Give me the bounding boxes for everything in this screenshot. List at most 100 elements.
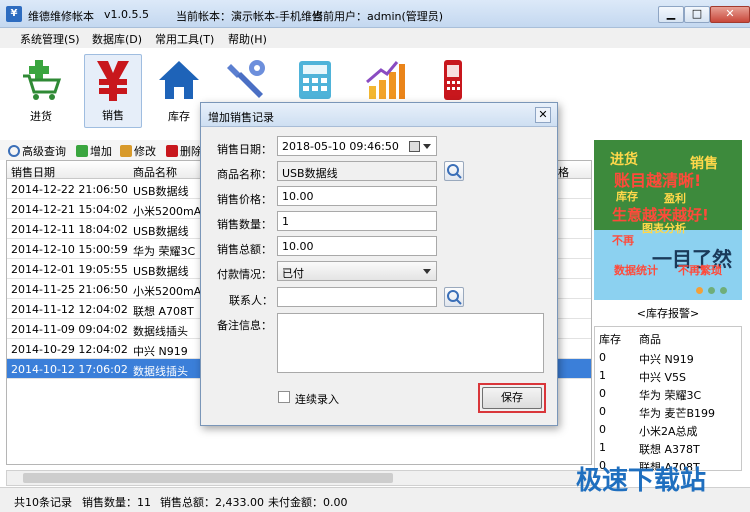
list-item[interactable]: 0 华为 麦芒B199: [595, 403, 741, 421]
product-name-field[interactable]: USB数据线: [277, 161, 437, 181]
sale-total-label: 销售总额：: [217, 243, 272, 256]
note-textarea[interactable]: [277, 313, 544, 373]
contact-input[interactable]: [277, 287, 437, 307]
cell-sale-date: 2014-10-12 17:06:02: [11, 363, 128, 376]
close-icon: ✕: [725, 7, 735, 20]
cell-sale-date: 2014-12-10 15:00:59: [11, 243, 128, 256]
col-product-name[interactable]: 商品名称: [133, 164, 177, 180]
dialog-title: 增加销售记录: [208, 111, 274, 124]
menu-bar: 系统管理(S) 数据库(D) 常用工具(T) 帮助(H): [0, 28, 750, 48]
dialog-close-button[interactable]: ✕: [535, 107, 551, 123]
wrench-icon: [227, 60, 265, 98]
cell-product-name: 数据线插头: [133, 365, 188, 378]
cell-product-name: 华为 荣耀3C: [133, 245, 196, 258]
stock-alert-table: 库存 商品 0 中兴 N919 1 中兴 V5S 0 华为 荣耀3C 0 华为 麦芒B199 0…: [594, 326, 742, 471]
menu-database[interactable]: 数据库(D): [92, 31, 142, 47]
sale-total-input[interactable]: 10.00: [277, 236, 437, 256]
advanced-search-button[interactable]: 高级查询: [8, 143, 66, 159]
contact-search-button[interactable]: [444, 287, 464, 307]
banner-text-profit: 盈利: [663, 191, 686, 205]
sales-label: 销售: [102, 109, 124, 122]
maximize-button[interactable]: □: [684, 6, 710, 23]
cell-sale-date: 2014-10-29 12:04:02: [11, 343, 128, 356]
continuous-entry-label[interactable]: 连续录入: [295, 391, 339, 407]
close-button[interactable]: ✕: [710, 6, 750, 23]
banner-text-clear: 账目越清晰!: [614, 171, 701, 190]
menu-tools[interactable]: 常用工具(T): [155, 31, 214, 47]
col-sale-date[interactable]: 销售日期: [11, 164, 55, 180]
list-item[interactable]: 1 中兴 V5S: [595, 367, 741, 385]
cell-sale-date: 2014-11-25 21:06:50: [11, 283, 128, 296]
product-name-label: 商品名称：: [217, 168, 272, 181]
promo-banner-art: 进货 销售 账目越清晰! 库存 盈利 生意越来越好! 图表分析 不再 一目了然 …: [594, 140, 742, 300]
maximize-icon: □: [691, 7, 703, 20]
menu-help[interactable]: 帮助(H): [228, 31, 267, 47]
stock-alert-title: <库存报警>: [636, 307, 700, 320]
col-header-fragment[interactable]: 格: [558, 164, 569, 180]
banner-dot-1[interactable]: [696, 287, 703, 294]
banner-text-chart: 图表分析: [642, 221, 686, 235]
record-count: 共10条记录: [14, 496, 72, 509]
sale-date-picker[interactable]: 2018-05-10 09:46:50: [277, 136, 437, 156]
app-version: v1.0.5.5: [104, 8, 149, 21]
product-name-value: USB数据线: [282, 167, 338, 180]
sale-qty-input[interactable]: 1: [277, 211, 437, 231]
cell-sale-date: 2014-12-11 18:04:02: [11, 223, 128, 236]
chevron-down-icon[interactable]: [423, 144, 431, 149]
payment-status-select[interactable]: 已付: [277, 261, 437, 281]
sale-price-label: 销售价格：: [217, 193, 272, 206]
save-button[interactable]: 保存: [482, 387, 542, 409]
delete-label: 删除: [180, 145, 202, 158]
mobile-phone-icon: [444, 60, 462, 100]
horizontal-scrollbar[interactable]: [6, 470, 592, 486]
cell-product-name: USB数据线: [133, 185, 189, 198]
product-search-button[interactable]: [444, 161, 464, 181]
list-item[interactable]: 0 华为 荣耀3C: [595, 385, 741, 403]
list-item[interactable]: 0 小米2A总成: [595, 421, 741, 439]
calculator-icon: [299, 61, 331, 99]
scrollbar-thumb[interactable]: [23, 473, 393, 483]
sales-tool-button[interactable]: 销售: [84, 54, 142, 128]
banner-dot-2[interactable]: [708, 287, 715, 294]
title-bar: ¥ 维德维修帐本 v1.0.5.5 当前帐本：演示帐本-手机维修 当前用户：ad…: [0, 0, 750, 28]
stock-qty: 1: [599, 441, 606, 454]
sale-price-value: 10.00: [282, 190, 314, 203]
payment-status-value: 已付: [282, 267, 304, 280]
cell-product-name: 数据线插头: [133, 325, 188, 338]
continuous-entry-checkbox[interactable]: [278, 391, 290, 403]
banner-text-purchase: 进货: [610, 151, 638, 168]
cell-product-name: USB数据线: [133, 265, 189, 278]
advanced-search-label: 高级查询: [22, 145, 66, 158]
promo-banner[interactable]: 进货 销售 账目越清晰! 库存 盈利 生意越来越好! 图表分析 不再 一目了然 …: [594, 140, 742, 300]
banner-text-no-longer: 不再: [612, 234, 634, 247]
chevron-down-icon: [423, 269, 431, 274]
app-icon: ¥: [6, 6, 22, 22]
list-item[interactable]: 1 联想 A378T: [595, 439, 741, 457]
edit-button[interactable]: 修改: [120, 143, 156, 159]
current-user: 当前用户：admin(管理员): [312, 10, 444, 23]
sale-qty-value: 1: [282, 215, 289, 228]
cell-product-name: USB数据线: [133, 225, 189, 238]
cell-sale-date: 2014-12-21 15:04:02: [11, 203, 128, 216]
list-item[interactable]: 0 中兴 N919: [595, 349, 741, 367]
stock-product: 联想 A378T: [639, 443, 700, 456]
search-icon: [447, 290, 462, 305]
stock-qty: 0: [599, 423, 606, 436]
delete-button[interactable]: 删除: [166, 143, 202, 159]
stock-product: 华为 麦芒B199: [639, 407, 716, 420]
purchase-label: 进货: [30, 110, 52, 123]
menu-system[interactable]: 系统管理(S): [20, 31, 80, 47]
banner-dot-3[interactable]: [720, 287, 727, 294]
sale-price-input[interactable]: 10.00: [277, 186, 437, 206]
minimize-button[interactable]: ▁: [658, 6, 684, 23]
stock-product: 中兴 N919: [639, 353, 694, 366]
watermark-logo: 极速下载站: [576, 466, 707, 496]
add-button[interactable]: 增加: [76, 143, 112, 159]
stock-qty: 0: [599, 387, 606, 400]
stock-qty: 1: [599, 369, 606, 382]
purchase-tool-button[interactable]: 进货: [12, 54, 70, 128]
banner-text-simple: 不再繁琐: [678, 263, 722, 277]
calendar-icon[interactable]: [409, 141, 420, 152]
contact-label: 联系人：: [229, 294, 273, 307]
add-sale-dialog: 增加销售记录 ✕ 销售日期： 2018-05-10 09:46:50 商品名称：…: [200, 102, 558, 426]
